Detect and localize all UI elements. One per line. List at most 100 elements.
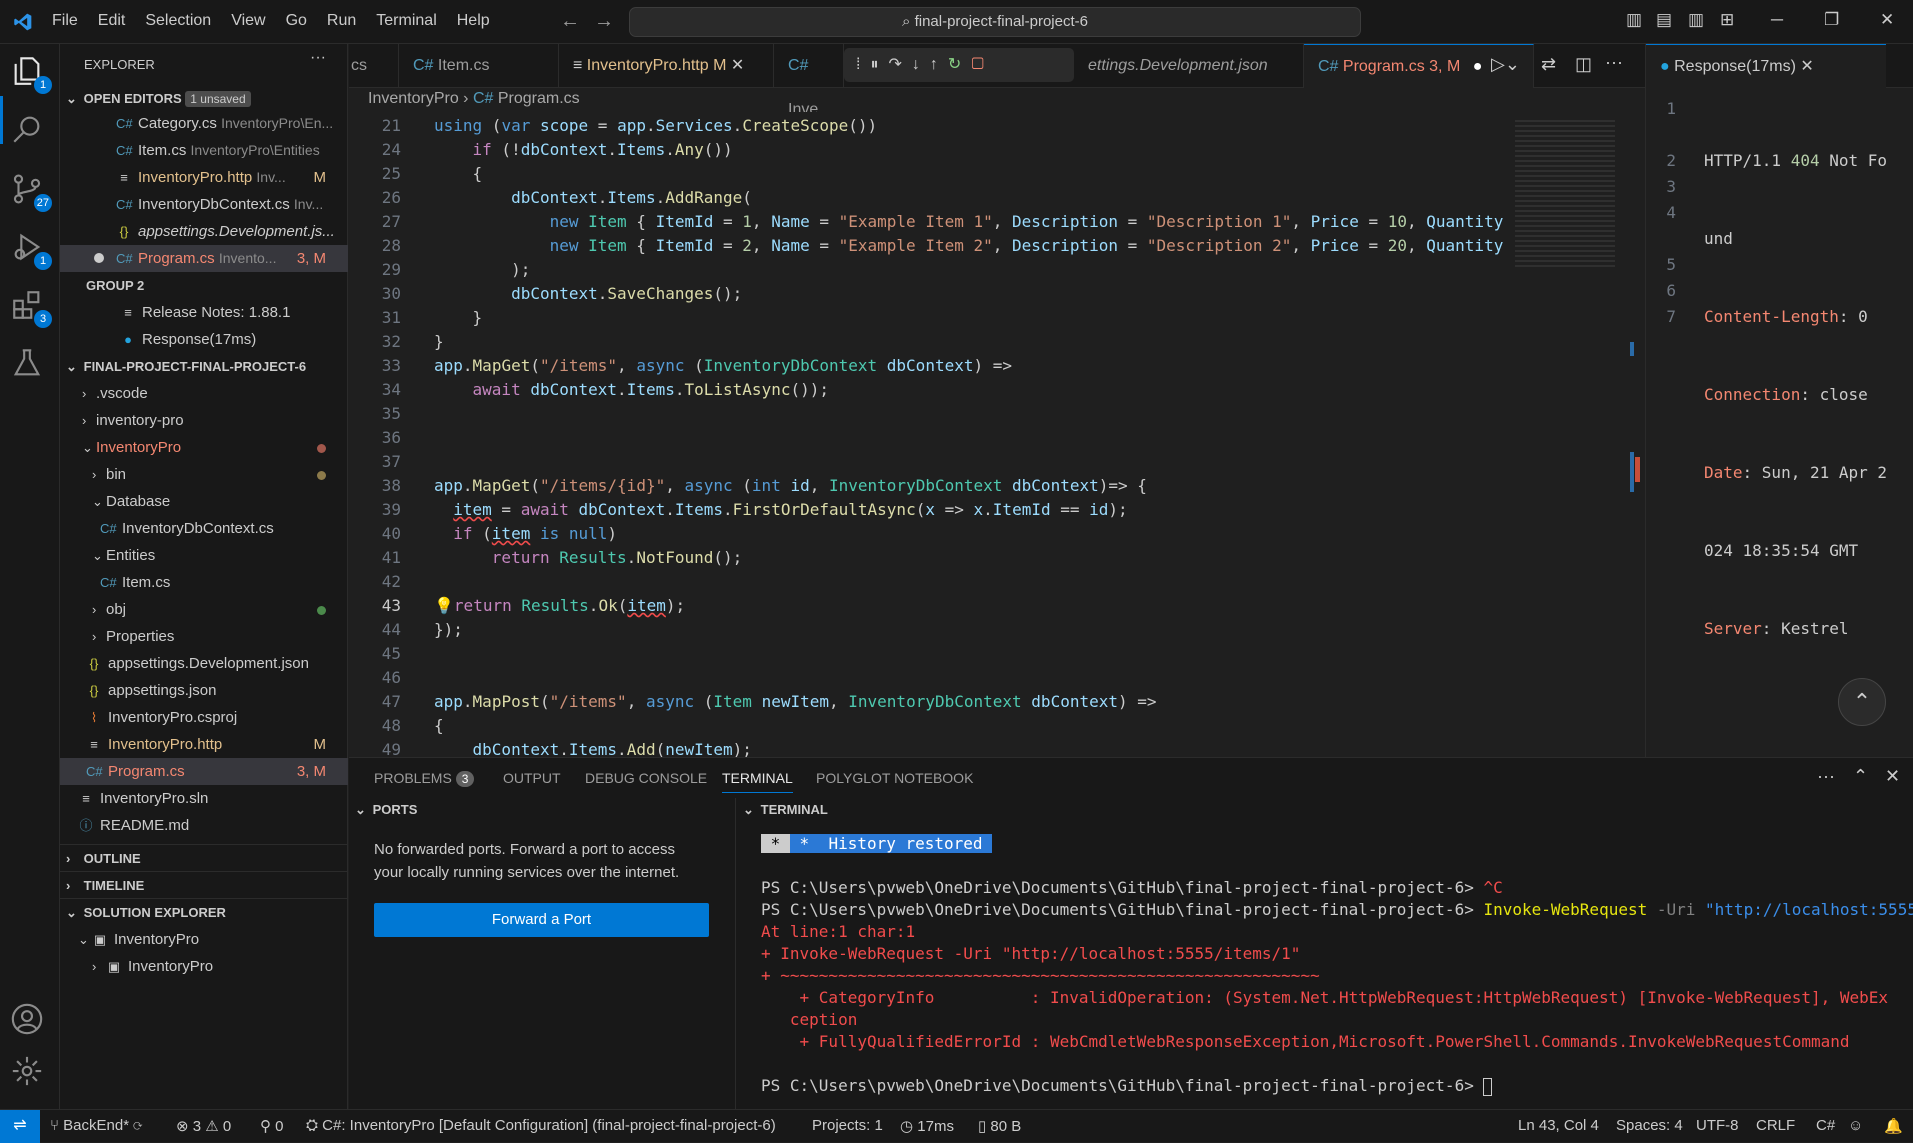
notifications-bell-icon[interactable]: 🔔 <box>1884 1117 1903 1135</box>
tree-entities[interactable]: ⌄ Entities <box>60 542 348 569</box>
split-editor-icon[interactable]: ◫ <box>1575 54 1592 75</box>
problems-status[interactable]: ⊗ 3 ⚠ 0 <box>176 1117 231 1135</box>
tab-response[interactable]: ● Response(17ms) ✕ <box>1646 44 1886 88</box>
tree-vscode[interactable]: › .vscode <box>60 380 348 407</box>
toggle-secondary-sidebar-icon[interactable]: ▥ <box>1688 10 1704 30</box>
open-editor-release-notes[interactable]: ≡ Release Notes: 1.88.1 <box>60 299 348 326</box>
tree-obj[interactable]: › obj <box>60 596 348 623</box>
ports-status[interactable]: ⚲ 0 <box>260 1117 284 1135</box>
response-size-status[interactable]: ▯ 80 B <box>978 1117 1021 1135</box>
back-arrow-icon[interactable]: ← <box>560 10 580 33</box>
menu-view[interactable]: View <box>231 12 265 30</box>
search-view-icon[interactable] <box>10 112 50 152</box>
close-tab-icon[interactable]: ✕ <box>731 57 744 74</box>
solution-root[interactable]: ⌄ ▣ InventoryPro <box>60 926 348 953</box>
tab-polyglot-notebook[interactable]: POLYGLOT NOTEBOOK <box>816 770 973 786</box>
minimap[interactable] <box>1505 112 1645 757</box>
breadcrumb-file[interactable]: Program.cs <box>498 90 580 107</box>
tree-inventory-pro[interactable]: › inventory-pro <box>60 407 348 434</box>
open-editor-program[interactable]: C# Program.cs Invento... 3, M <box>60 245 348 272</box>
menu-selection[interactable]: Selection <box>145 12 211 30</box>
panel-more-icon[interactable]: ··· <box>1817 766 1835 787</box>
forward-arrow-icon[interactable]: → <box>594 10 614 33</box>
response-time-status[interactable]: ◷ 17ms <box>900 1117 954 1135</box>
tree-http[interactable]: ≡ InventoryPro.http M <box>60 731 348 758</box>
outline-header[interactable]: › OUTLINE <box>60 844 348 871</box>
run-code-icon[interactable]: ▷⌄ <box>1491 54 1520 75</box>
compare-changes-icon[interactable]: ⇄ <box>1541 54 1556 75</box>
encoding-status[interactable]: UTF-8 <box>1696 1117 1739 1134</box>
open-editor-category[interactable]: C# Category.cs InventoryPro\En... <box>60 110 348 137</box>
menu-terminal[interactable]: Terminal <box>376 12 436 30</box>
forward-port-button[interactable]: Forward a Port <box>374 903 709 937</box>
open-editors-header[interactable]: ⌄ OPEN EDITORS 1 unsaved <box>60 85 348 112</box>
tree-InventoryPro[interactable]: ⌄ InventoryPro <box>60 434 348 461</box>
branch-status[interactable]: ⑂ BackEnd* ⟳ <box>50 1117 142 1134</box>
tree-appsettings-dev[interactable]: {} appsettings.Development.json <box>60 650 348 677</box>
step-into-icon[interactable]: ↓ <box>912 56 930 73</box>
breadcrumb-folder[interactable]: InventoryPro <box>368 90 459 107</box>
close-tab-icon[interactable]: ✕ <box>1800 58 1813 75</box>
project-header[interactable]: ⌄ FINAL-PROJECT-FINAL-PROJECT-6 <box>60 353 348 380</box>
tree-sln[interactable]: ≡ InventoryPro.sln <box>60 785 348 812</box>
accounts-icon[interactable] <box>10 1002 50 1042</box>
projects-status[interactable]: Projects: 1 <box>812 1117 883 1134</box>
explorer-icon[interactable]: 1 <box>10 54 52 94</box>
tree-database[interactable]: ⌄ Database <box>60 488 348 515</box>
editor-more-icon[interactable]: ··· <box>1605 52 1623 73</box>
lightbulb-icon[interactable]: 💡 <box>434 596 454 615</box>
tree-csproj[interactable]: ⌇ InventoryPro.csproj <box>60 704 348 731</box>
indentation-status[interactable]: Spaces: 4 <box>1616 1117 1683 1134</box>
restart-icon[interactable]: ↻ <box>948 56 971 73</box>
scroll-top-chevron-icon[interactable]: ⌃ <box>1838 678 1886 726</box>
language-status[interactable]: C# <box>1816 1117 1835 1134</box>
step-over-icon[interactable]: ↷ <box>888 56 911 73</box>
customize-layout-icon[interactable]: ⊞ <box>1720 10 1734 30</box>
tab-inventorypro-http[interactable]: ≡ InventoryPro.http M ✕ <box>559 44 774 88</box>
close-panel-icon[interactable]: ✕ <box>1885 766 1900 787</box>
tree-properties[interactable]: › Properties <box>60 623 348 650</box>
solution-project[interactable]: › ▣ InventoryPro <box>60 953 348 980</box>
terminal-view[interactable]: ⌄ TERMINAL * * History restored PS C:\Us… <box>737 798 1913 1110</box>
source-control-icon[interactable]: 27 <box>10 172 52 212</box>
command-center-search[interactable]: ⌕ final-project-final-project-6 <box>629 7 1361 37</box>
pause-icon[interactable]: ⏸ <box>870 56 888 73</box>
extensions-icon[interactable]: 3 <box>10 288 52 328</box>
code-editor[interactable]: 21 24 25 26 27 28 29 30 31 32 33 34 35 36 37 38 39 40 41 42… <box>349 112 1645 783</box>
solution-explorer-header[interactable]: ⌄ SOLUTION EXPLORER <box>60 898 348 925</box>
toggle-sidebar-icon[interactable]: ▥ <box>1626 10 1642 30</box>
terminal-header[interactable]: ⌄ TERMINAL <box>743 802 828 818</box>
open-editor-dbcontext[interactable]: C# InventoryDbContext.cs Inv... <box>60 191 348 218</box>
menu-help[interactable]: Help <box>457 12 490 30</box>
menu-edit[interactable]: Edit <box>98 12 126 30</box>
menu-go[interactable]: Go <box>286 12 307 30</box>
open-editor-http[interactable]: ≡ InventoryPro.http Inv... M <box>60 164 348 191</box>
step-out-icon[interactable]: ↑ <box>930 56 948 73</box>
tab-inventory-dbcontext[interactable]: C# Inve <box>774 44 844 118</box>
copilot-icon[interactable]: ☺ <box>1848 1117 1863 1134</box>
menu-run[interactable]: Run <box>327 12 356 30</box>
ports-header[interactable]: ⌄ PORTS <box>355 802 417 818</box>
unsaved-dot-icon[interactable]: ● <box>1473 58 1483 75</box>
remote-indicator-icon[interactable]: ⇌ <box>0 1110 40 1143</box>
manage-gear-icon[interactable] <box>10 1054 50 1094</box>
tree-readme[interactable]: ⓘ README.md <box>60 812 348 839</box>
testing-flask-icon[interactable] <box>10 346 50 386</box>
tree-dbcontext[interactable]: C# InventoryDbContext.cs <box>60 515 348 542</box>
menu-file[interactable]: File <box>52 12 78 30</box>
tree-item-cs[interactable]: C# Item.cs <box>60 569 348 596</box>
tree-bin[interactable]: › bin <box>60 461 348 488</box>
drag-handle-icon[interactable]: ⁞ <box>856 56 870 73</box>
open-editor-item[interactable]: C# Item.cs InventoryPro\Entities <box>60 137 348 164</box>
tab-terminal[interactable]: TERMINAL <box>722 770 793 793</box>
tab-debug-console[interactable]: DEBUG CONSOLE <box>585 770 707 786</box>
minimize-icon[interactable]: ─ <box>1771 10 1783 30</box>
maximize-panel-icon[interactable]: ⌃ <box>1853 766 1868 787</box>
tab-item-cs[interactable]: C# Item.cs <box>399 44 559 88</box>
explorer-more-icon[interactable]: ··· <box>310 49 326 67</box>
stop-icon[interactable]: ▢ <box>971 56 994 73</box>
csharp-project-status[interactable]: ⛭ C#: InventoryPro [Default Configuratio… <box>306 1117 776 1134</box>
toggle-panel-icon[interactable]: ▤ <box>1656 10 1672 30</box>
tab-output[interactable]: OUTPUT <box>503 770 561 786</box>
timeline-header[interactable]: › TIMELINE <box>60 871 348 898</box>
